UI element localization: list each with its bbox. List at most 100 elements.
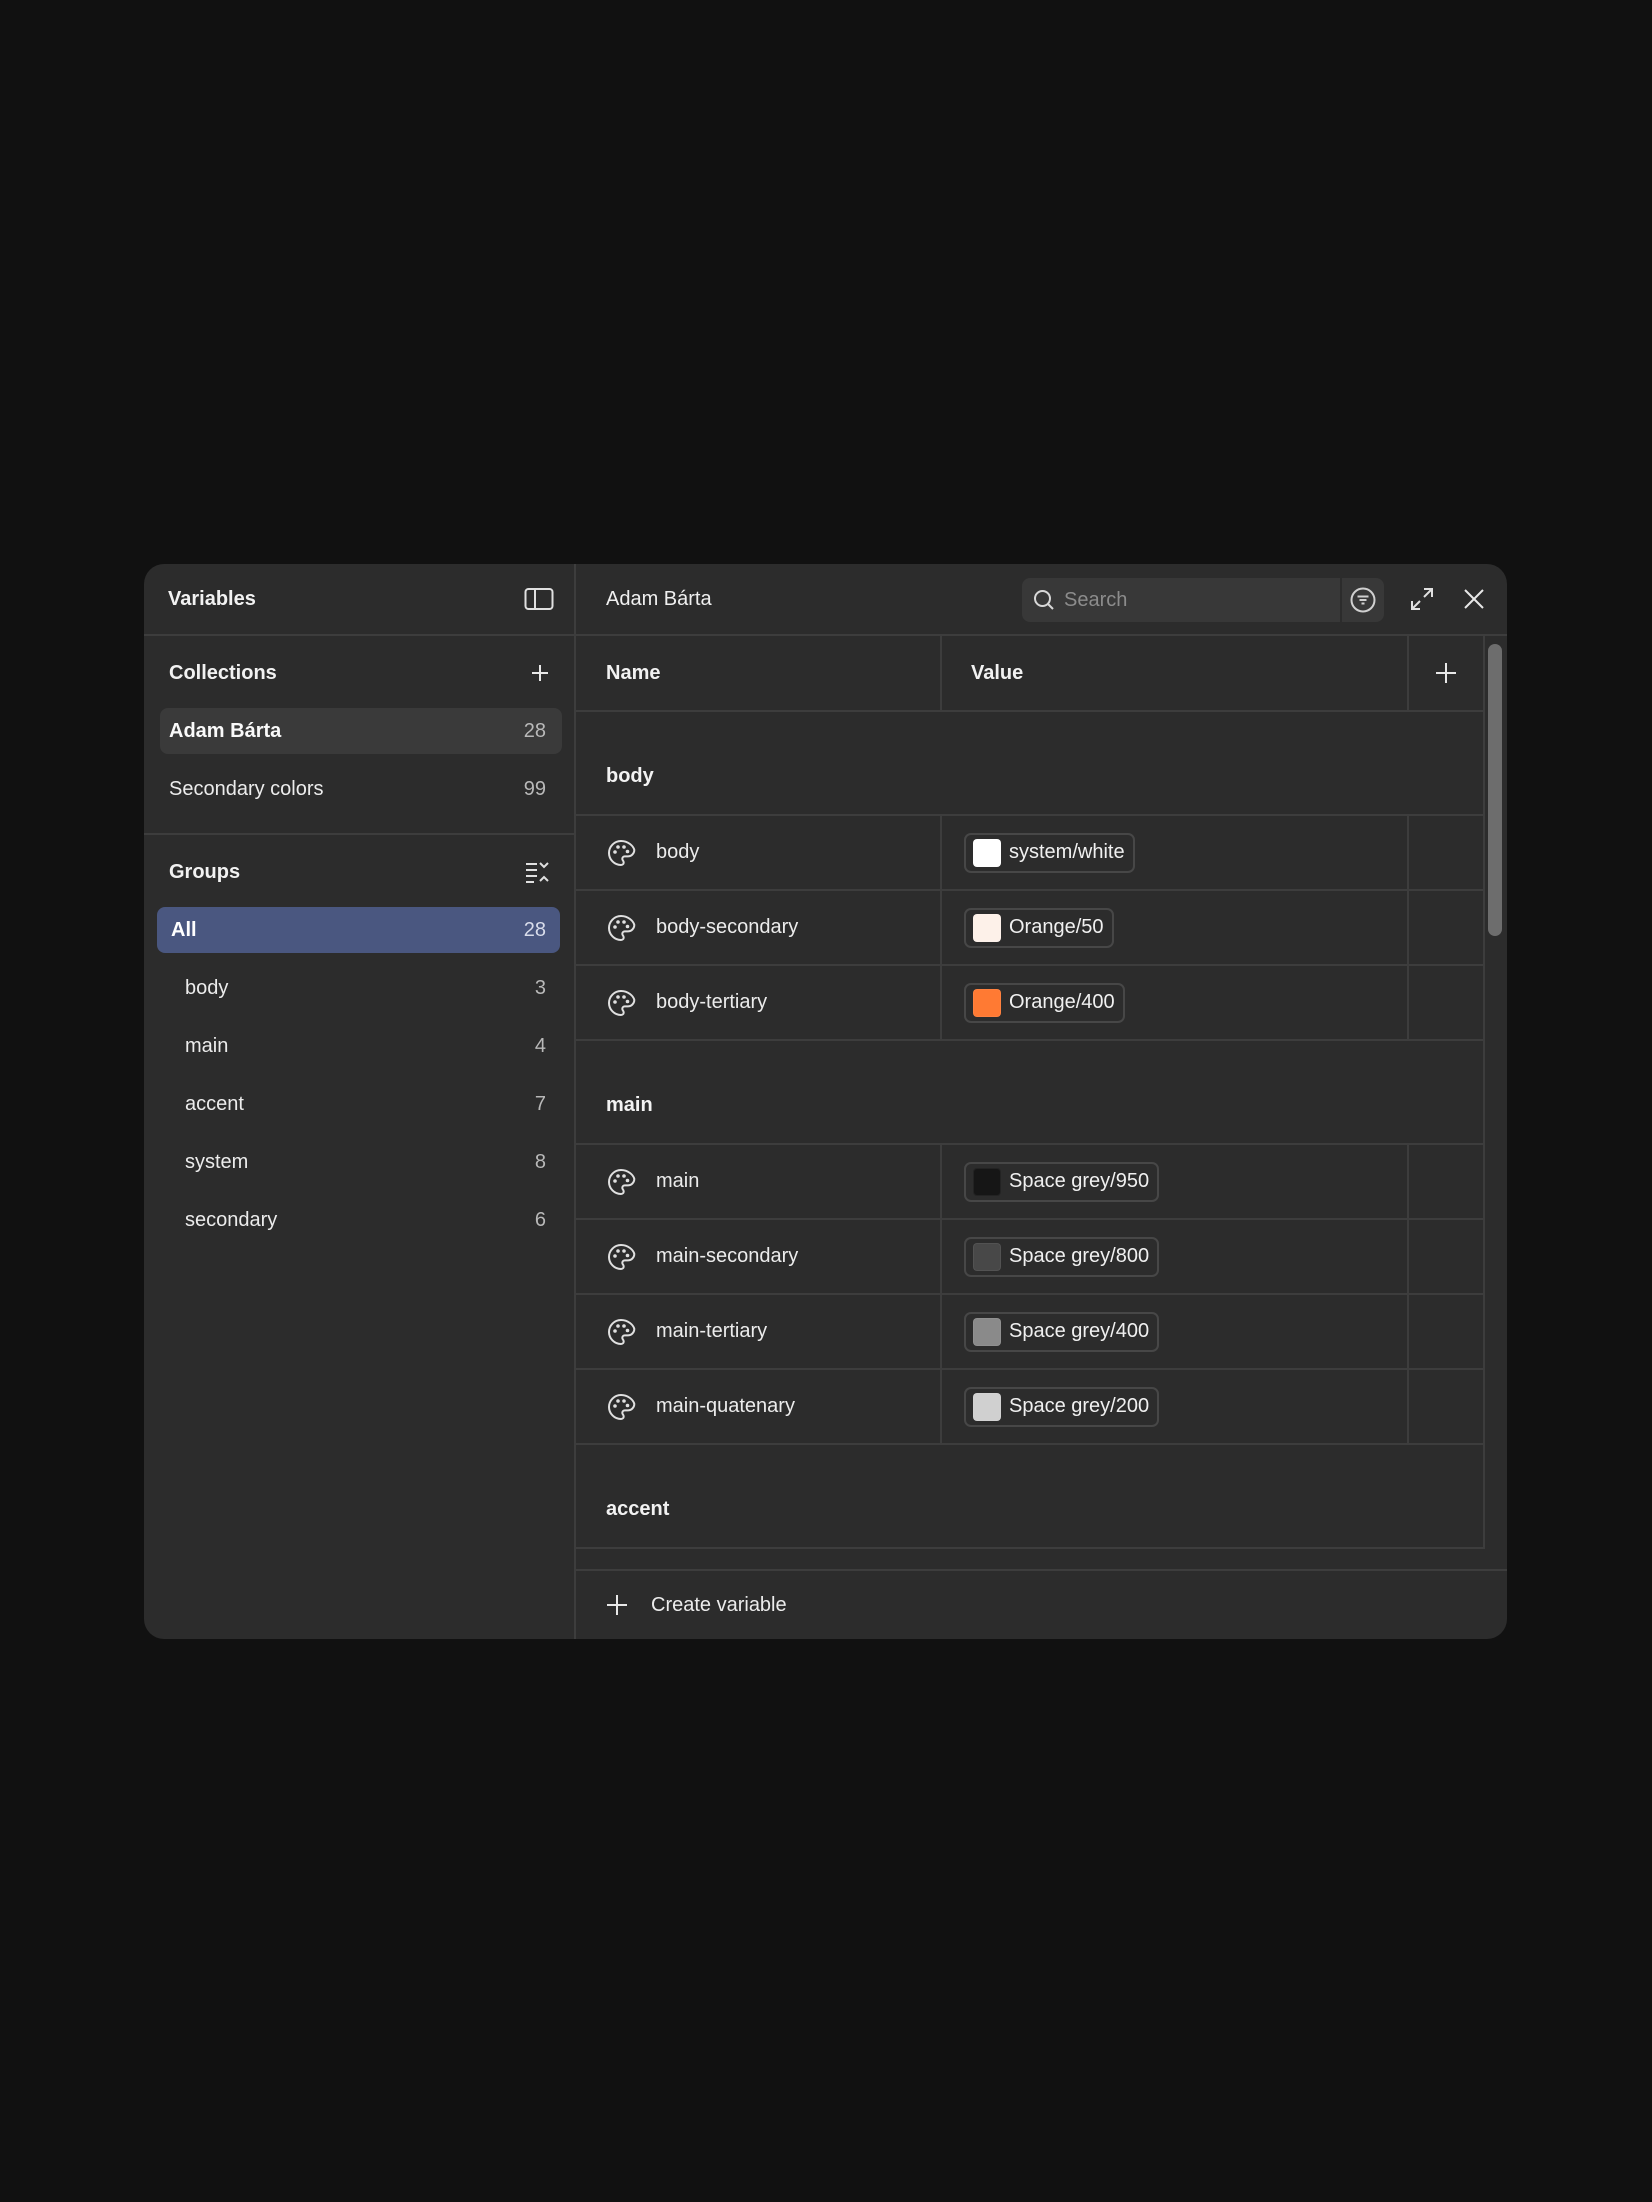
color-value-label: system/white: [1009, 841, 1125, 863]
left-panel: Variables Collections Adam Bárta 28 Seco…: [144, 564, 576, 1639]
color-value-chip[interactable]: Orange/400: [964, 982, 1125, 1023]
color-value-chip[interactable]: Space grey/400: [964, 1311, 1160, 1352]
empty-cell: [1409, 1220, 1485, 1293]
sort-groups-icon[interactable]: [524, 860, 550, 884]
empty-cell: [1409, 891, 1485, 964]
collections-header: Collections: [144, 636, 574, 710]
palette-icon: [606, 988, 636, 1018]
close-icon[interactable]: [1461, 586, 1487, 612]
variable-value-cell[interactable]: system/white: [942, 816, 1409, 889]
add-mode-button[interactable]: [1409, 636, 1485, 710]
group-item-secondary[interactable]: secondary 6: [157, 1197, 560, 1243]
search-input[interactable]: [1062, 587, 1326, 613]
group-heading-body: body: [576, 712, 1485, 816]
collection-count: 99: [523, 777, 546, 800]
search-icon: [1032, 588, 1056, 612]
empty-cell: [1409, 1145, 1485, 1218]
collection-title: Adam Bárta: [606, 587, 712, 610]
expand-icon[interactable]: [1409, 586, 1435, 612]
variable-name-cell: main: [576, 1145, 942, 1218]
variable-value-cell[interactable]: Space grey/950: [942, 1145, 1409, 1218]
variable-name: body-tertiary: [656, 991, 768, 1013]
group-count: 3: [534, 976, 546, 999]
color-swatch: [973, 1317, 1001, 1346]
table-row[interactable]: main Space grey/950: [576, 1145, 1485, 1220]
color-value-chip[interactable]: Space grey/800: [964, 1236, 1160, 1277]
create-variable-button[interactable]: Create variable: [576, 1569, 1507, 1639]
palette-icon: [606, 1167, 636, 1197]
panel-title: Variables: [168, 587, 256, 610]
group-item-accent[interactable]: accent 7: [157, 1081, 560, 1127]
right-panel-header: Adam Bárta: [576, 564, 1507, 636]
group-label: All: [171, 918, 197, 941]
empty-cell: [1409, 966, 1485, 1039]
collections-title: Collections: [169, 661, 277, 684]
color-swatch: [973, 1392, 1001, 1421]
table-row[interactable]: main-secondary Space grey/800: [576, 1220, 1485, 1295]
left-panel-header: Variables: [144, 564, 574, 636]
color-value-label: Space grey/200: [1009, 1395, 1150, 1417]
variable-value-cell[interactable]: Space grey/800: [942, 1220, 1409, 1293]
table-row[interactable]: main-quatenary Space grey/200: [576, 1370, 1485, 1445]
group-label: secondary: [185, 1208, 278, 1231]
group-label: accent: [185, 1092, 244, 1115]
group-heading-main: main: [576, 1041, 1485, 1145]
table-row[interactable]: main-tertiary Space grey/400: [576, 1295, 1485, 1370]
color-value-chip[interactable]: Space grey/950: [964, 1161, 1160, 1202]
group-item-main[interactable]: main 4: [157, 1023, 560, 1069]
collection-label: Adam Bárta: [169, 719, 282, 742]
groups-header: Groups: [144, 835, 574, 909]
palette-icon: [606, 838, 636, 868]
group-item-system[interactable]: system 8: [157, 1139, 560, 1185]
variable-name-cell: body: [576, 816, 942, 889]
group-count: 8: [534, 1150, 546, 1173]
group-item-body[interactable]: body 3: [157, 965, 560, 1011]
color-value-chip[interactable]: system/white: [964, 832, 1135, 873]
color-swatch: [973, 988, 1001, 1017]
collection-count: 28: [523, 719, 546, 742]
collection-item-secondary-colors[interactable]: Secondary colors 99: [160, 766, 562, 812]
vertical-scrollbar[interactable]: [1488, 644, 1502, 936]
table-row[interactable]: body system/white: [576, 816, 1485, 891]
empty-cell: [1409, 1370, 1485, 1443]
empty-cell: [1409, 816, 1485, 889]
column-header-value[interactable]: Value: [942, 636, 1409, 710]
group-item-all[interactable]: All 28: [157, 907, 560, 953]
groups-list: All 28 body 3 main 4 accent 7 system 8 s…: [144, 907, 574, 1243]
variable-name-cell: body-secondary: [576, 891, 942, 964]
add-collection-icon[interactable]: [530, 663, 550, 683]
variable-name: main-secondary: [656, 1245, 799, 1267]
variable-value-cell[interactable]: Space grey/200: [942, 1370, 1409, 1443]
variable-name-cell: body-tertiary: [576, 966, 942, 1039]
group-count: 6: [534, 1208, 546, 1231]
group-count: 4: [534, 1034, 546, 1057]
palette-icon: [606, 1242, 636, 1272]
table-row[interactable]: body-secondary Orange/50: [576, 891, 1485, 966]
group-heading-accent: accent: [576, 1445, 1485, 1549]
group-label: main: [185, 1034, 229, 1057]
variable-name: main-quatenary: [656, 1395, 795, 1417]
search-box[interactable]: [1022, 578, 1384, 622]
column-header-name[interactable]: Name: [576, 636, 942, 710]
variable-value-cell[interactable]: Orange/50: [942, 891, 1409, 964]
color-swatch: [973, 1242, 1001, 1271]
variable-value-cell[interactable]: Orange/400: [942, 966, 1409, 1039]
filter-icon[interactable]: [1340, 578, 1384, 622]
table-row[interactable]: body-tertiary Orange/400: [576, 966, 1485, 1041]
variable-name: main: [656, 1170, 700, 1192]
color-value-label: Orange/400: [1009, 991, 1115, 1013]
color-value-label: Orange/50: [1009, 916, 1104, 938]
group-label: system: [185, 1150, 249, 1173]
groups-title: Groups: [169, 860, 241, 883]
table-header: Name Value: [576, 636, 1485, 712]
collections-list: Adam Bárta 28 Secondary colors 99: [144, 708, 574, 812]
group-count: 7: [534, 1092, 546, 1115]
color-swatch: [973, 838, 1001, 867]
color-value-chip[interactable]: Space grey/200: [964, 1386, 1160, 1427]
palette-icon: [606, 913, 636, 943]
color-value-chip[interactable]: Orange/50: [964, 907, 1114, 948]
collection-label: Secondary colors: [169, 777, 324, 800]
sidebar-toggle-icon[interactable]: [524, 587, 554, 611]
collection-item-adam-barta[interactable]: Adam Bárta 28: [160, 708, 562, 754]
variable-value-cell[interactable]: Space grey/400: [942, 1295, 1409, 1368]
